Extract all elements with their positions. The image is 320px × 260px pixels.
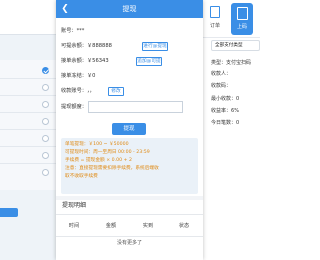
withdrawable-label: 可提余额： <box>61 43 87 49</box>
column-time: 时间 <box>68 223 80 229</box>
withdraw-amount-row: 提现额度： <box>61 102 87 112</box>
records-divider <box>56 214 203 215</box>
withdraw-now-button[interactable]: 进行@提现 <box>142 42 168 51</box>
background-right-panel <box>203 0 260 260</box>
notice-line: 可提现时间：周一至周日 00:00 - 23:59 <box>65 150 150 155</box>
info-label: 最小收款： <box>211 96 237 102</box>
pay-type-select[interactable]: 全部支付类型 <box>211 40 260 51</box>
notice-line: 取不收取手续费 <box>65 174 98 179</box>
info-value: 0 <box>236 96 240 102</box>
left-divider <box>0 78 56 79</box>
withdrawable-row: 可提余额：￥888888 <box>61 41 112 51</box>
tab-orders[interactable]: 订单 <box>205 4 225 36</box>
radio-icon[interactable] <box>42 118 49 125</box>
records-table-header: 时间 金额 实到 状态 <box>56 216 203 236</box>
info-value: 支付宝扫码 <box>226 60 252 66</box>
add-to-withdrawable-button[interactable]: 追加@可提 <box>136 57 162 66</box>
left-divider <box>0 34 56 35</box>
info-row-payee: 收款人： <box>211 70 231 77</box>
left-divider <box>0 95 56 96</box>
reserved-value: ￥56343 <box>86 58 109 64</box>
tab-upload-code-label: 上码 <box>236 24 247 30</box>
section-divider <box>56 196 203 200</box>
withdrawable-value: ￥888888 <box>86 43 112 49</box>
tab-upload-code[interactable]: 上码 <box>231 3 253 35</box>
left-divider <box>0 146 56 147</box>
column-received: 实到 <box>142 223 154 229</box>
withdraw-notice: 单笔提现：￥100 ~ ￥50000 可提现时间：周一至周日 00:00 - 2… <box>61 138 198 194</box>
info-value: 6% <box>231 108 239 114</box>
info-row-today-count: 今日笔数：0 <box>211 119 239 126</box>
modal-header: ❮ 提现 <box>56 0 203 18</box>
account-label: 账号： <box>61 28 77 34</box>
records-header-divider <box>56 236 203 237</box>
notice-line: 单笔提现：￥100 ~ ￥50000 <box>65 142 129 147</box>
frozen-row: 接单冻结：￥0 <box>61 71 95 81</box>
frozen-label: 接单冻结： <box>61 73 87 79</box>
tab-orders-label: 订单 <box>209 23 220 29</box>
radio-checked-icon[interactable] <box>42 67 49 74</box>
document-icon <box>210 6 220 18</box>
account-value: *** <box>76 28 85 34</box>
receive-account-label: 收款账号： <box>61 88 87 94</box>
withdraw-amount-input[interactable] <box>88 101 183 113</box>
notice-line: 注意：直接提现需要扣除手续费，系统后端收 <box>65 166 159 171</box>
back-arrow-icon[interactable]: ❮ <box>60 3 70 15</box>
upload-code-icon <box>236 7 248 20</box>
info-row-type: 类型：支付宝扫码 <box>211 59 251 66</box>
account-row: 账号：*** <box>61 26 84 36</box>
info-label: 类型： <box>211 60 227 66</box>
radio-icon[interactable] <box>42 169 49 176</box>
reserved-row: 接单余额：￥56343 <box>61 56 109 66</box>
frozen-value: ￥0 <box>86 73 96 79</box>
info-label: 收益率： <box>211 108 232 114</box>
left-header-area <box>0 0 56 34</box>
withdraw-modal: ❮ 提现 账号：*** 可提余额：￥888888 进行@提现 接单余额：￥563… <box>56 0 203 260</box>
info-value: 0 <box>236 120 240 126</box>
radio-icon[interactable] <box>42 152 49 159</box>
left-divider <box>0 163 56 164</box>
left-divider <box>0 129 56 130</box>
column-amount: 金额 <box>105 223 117 229</box>
records-title: 提现明细 <box>62 202 87 209</box>
records-empty-text: 没有更多了 <box>116 240 142 246</box>
info-row-yield: 收益率：6% <box>211 107 239 114</box>
receive-account-value: ，， <box>86 88 95 94</box>
withdraw-submit-button[interactable]: 提现 <box>112 123 146 135</box>
withdraw-amount-label: 提现额度： <box>61 104 87 110</box>
left-confirm-button[interactable] <box>0 208 18 217</box>
radio-icon[interactable] <box>42 135 49 142</box>
reserved-label: 接单余额： <box>61 58 87 64</box>
notice-line: 手续费 = 提现金额 × 0.00 + 2 <box>65 158 132 163</box>
info-label: 收款码： <box>211 83 232 89</box>
receive-account-row: 收款账号：，， <box>61 86 95 96</box>
info-row-qrcode: 收款码： <box>211 82 231 89</box>
radio-icon[interactable] <box>42 101 49 108</box>
edit-account-button[interactable]: 修改 <box>108 87 124 96</box>
info-label: 收款人： <box>211 71 232 77</box>
left-divider <box>0 112 56 113</box>
radio-icon[interactable] <box>42 84 49 91</box>
info-label: 今日笔数： <box>211 120 237 126</box>
info-row-min-amount: 最小收款：0 <box>211 95 239 102</box>
column-status: 状态 <box>178 223 190 229</box>
modal-title: 提现 <box>122 5 137 13</box>
